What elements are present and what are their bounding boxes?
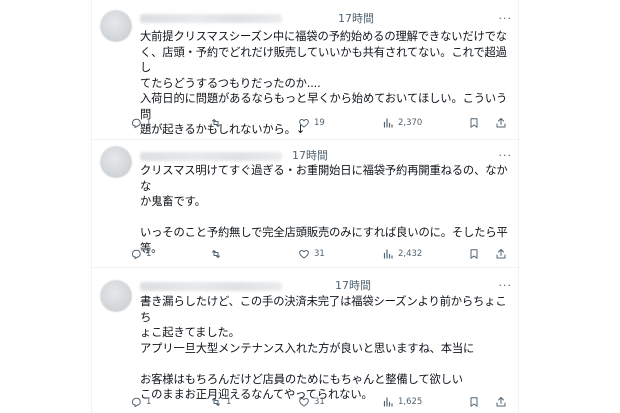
like-button[interactable]: 19 <box>298 116 325 130</box>
avatar[interactable] <box>100 280 132 312</box>
retweet-count: 1 <box>226 397 232 407</box>
tweet-time[interactable]: 17時間 <box>292 150 328 162</box>
more-options-icon[interactable]: ··· <box>499 280 513 291</box>
bookmark-icon <box>470 397 478 407</box>
share-icon <box>496 397 506 407</box>
share-icon <box>496 118 506 128</box>
more-options-icon[interactable]: ··· <box>499 150 513 161</box>
bookmark-icon <box>470 249 478 259</box>
reply-icon <box>131 397 141 408</box>
heart-icon <box>299 249 309 259</box>
reply-count: 1 <box>146 118 152 128</box>
heart-icon <box>299 397 309 407</box>
reply-icon <box>131 249 141 260</box>
tweet-text: クリスマス明けてすぐ過ぎる・お重開始日に福袋予約再開重ねるの、なかな か鬼畜です… <box>140 164 508 255</box>
tweet-time[interactable]: 17時間 <box>338 13 374 25</box>
views-button[interactable]: 2,432 <box>382 247 422 261</box>
like-button[interactable]: 31 <box>298 247 325 261</box>
reply-count: 1 <box>146 397 152 407</box>
bookmark-button[interactable] <box>468 247 480 261</box>
retweet-icon <box>212 398 220 406</box>
retweet-icon <box>212 250 220 258</box>
tweet[interactable]: 17時間 ··· クリスマス明けてすぐ過ぎる・お重開始日に福袋予約再開重ねるの、… <box>92 140 520 268</box>
views-count: 2,432 <box>398 249 423 259</box>
like-count: 19 <box>314 118 325 128</box>
tweet-actions: 1 1 31 1,625 <box>130 395 512 409</box>
views-count: 2,370 <box>398 118 423 128</box>
retweet-button[interactable]: 1 <box>210 395 231 409</box>
reply-count: 1 <box>146 249 152 259</box>
bookmark-icon <box>470 118 478 128</box>
tweet[interactable]: 17時間 ··· 大前提クリスマスシーズン中に福袋の予約始めるの理解できないだけ… <box>92 0 520 140</box>
bookmark-button[interactable] <box>468 395 480 409</box>
heart-icon <box>299 118 309 128</box>
share-button[interactable] <box>495 116 507 130</box>
reply-icon <box>131 118 141 129</box>
views-button[interactable]: 2,370 <box>382 116 422 130</box>
reply-button[interactable]: 1 <box>130 116 151 130</box>
reply-button[interactable]: 1 <box>130 247 151 261</box>
author-name-blurred[interactable] <box>140 282 282 291</box>
views-count: 1,625 <box>398 397 423 407</box>
tweet-feed: 17時間 ··· 大前提クリスマスシーズン中に福袋の予約始めるの理解できないだけ… <box>91 0 520 413</box>
more-options-icon[interactable]: ··· <box>499 13 513 24</box>
reply-button[interactable]: 1 <box>130 395 151 409</box>
share-button[interactable] <box>495 247 507 261</box>
bookmark-button[interactable] <box>468 116 480 130</box>
tweet[interactable]: 17時間 ··· 書き漏らしたけど、この手の決済未完了は福袋シーズンより前からち… <box>92 268 520 413</box>
like-button[interactable]: 31 <box>298 395 325 409</box>
retweet-button[interactable] <box>210 247 226 261</box>
views-icon <box>383 118 393 128</box>
tweet-time[interactable]: 17時間 <box>335 280 371 292</box>
avatar[interactable] <box>100 146 132 178</box>
author-name-blurred[interactable] <box>140 152 282 161</box>
share-icon <box>496 249 506 259</box>
share-button[interactable] <box>495 395 507 409</box>
views-button[interactable]: 1,625 <box>382 395 422 409</box>
tweet-text: 書き漏らしたけど、この手の決済未完了は福袋シーズンより前からちょこち ょこ起きて… <box>140 295 507 401</box>
author-name-blurred[interactable] <box>140 14 282 23</box>
retweet-icon <box>212 119 220 127</box>
views-icon <box>383 397 393 407</box>
avatar[interactable] <box>100 10 132 42</box>
like-count: 31 <box>314 249 325 259</box>
like-count: 31 <box>314 397 325 407</box>
tweet-actions: 1 31 2,432 <box>130 247 512 261</box>
views-icon <box>383 249 393 259</box>
tweet-actions: 1 19 2,370 <box>130 116 512 130</box>
retweet-button[interactable] <box>210 116 226 130</box>
